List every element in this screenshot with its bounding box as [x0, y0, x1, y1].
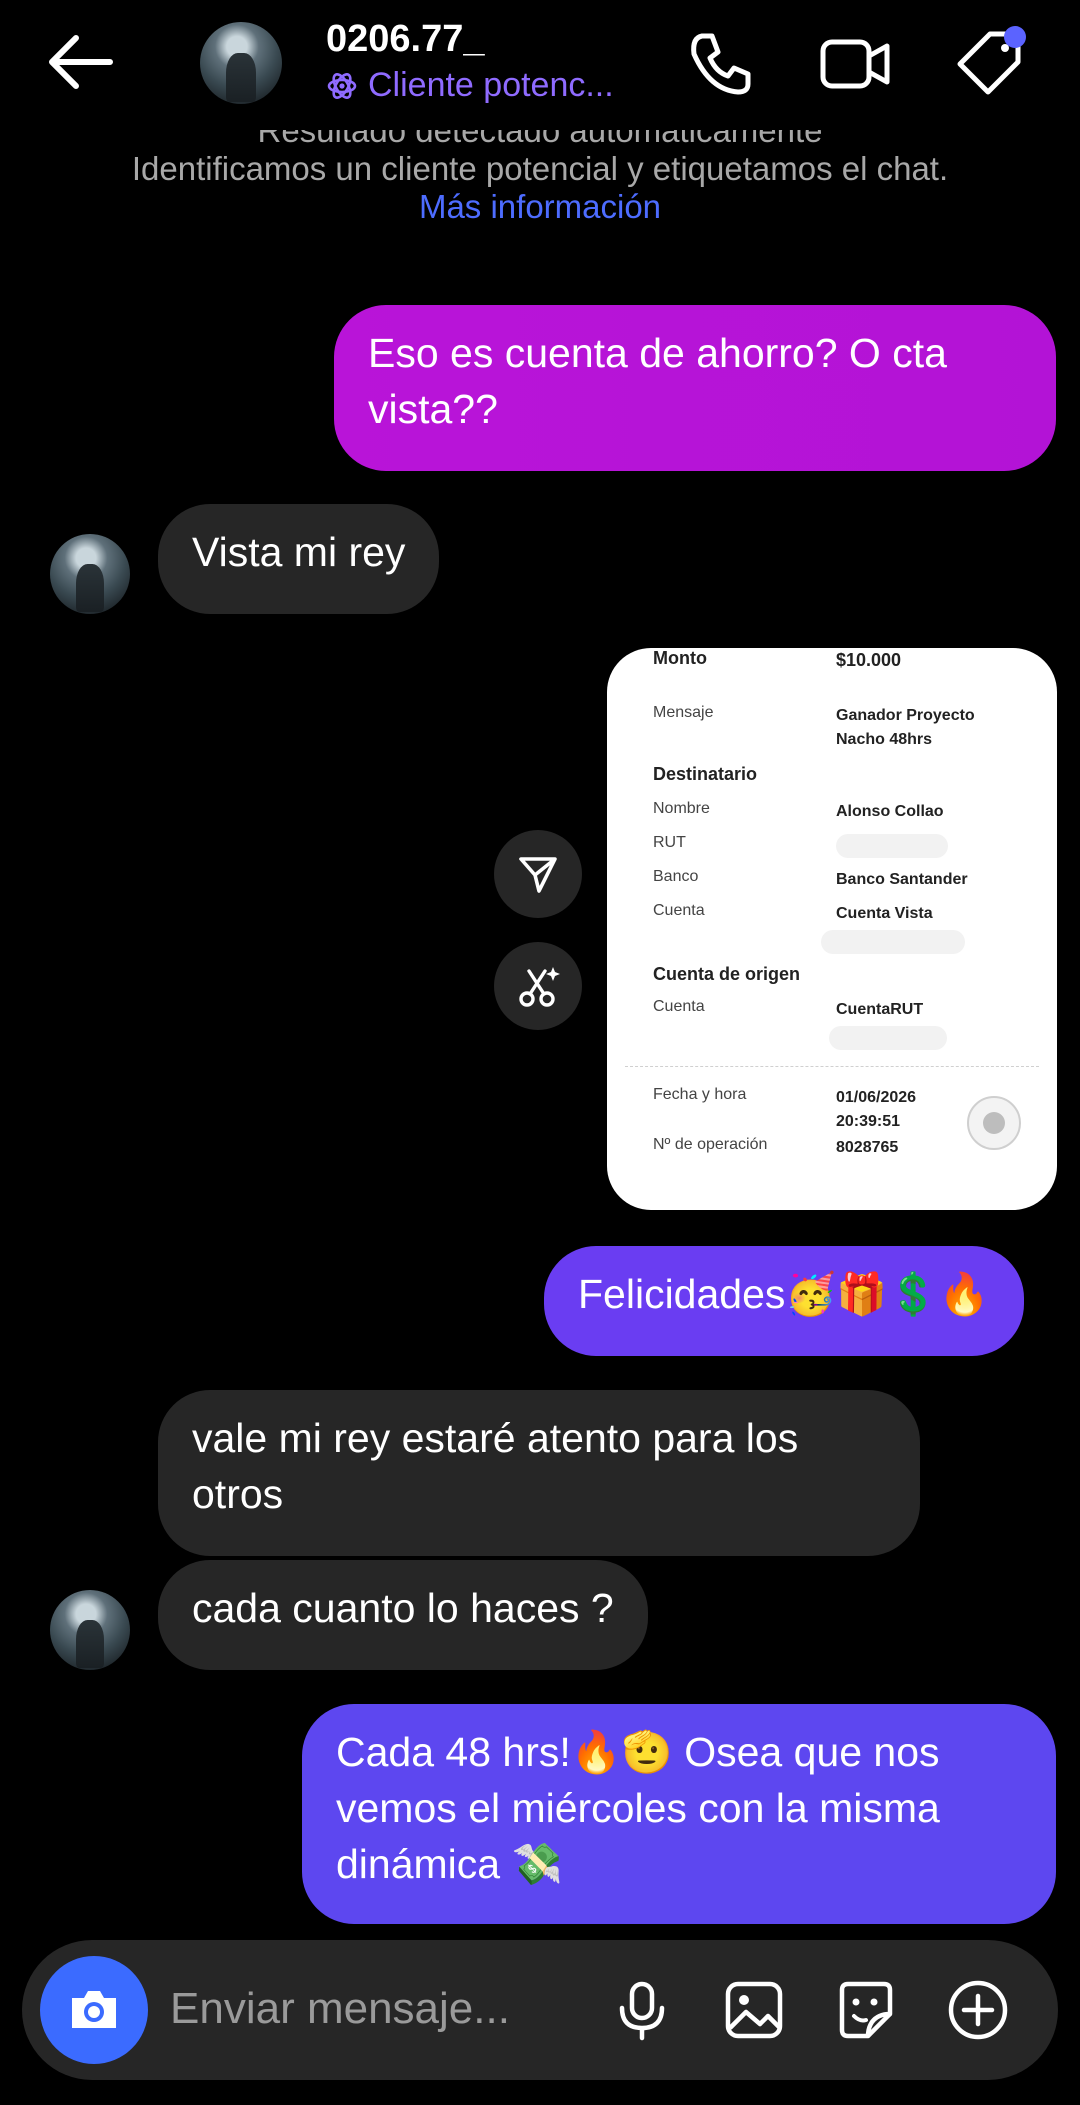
more-info-link[interactable]: Más información — [0, 188, 1080, 226]
contact-avatar[interactable] — [200, 22, 282, 104]
destinatario-heading: Destinatario — [653, 764, 758, 784]
monto-label: Monto — [653, 648, 707, 668]
notice-clipped-line: Resultado detectado automáticamente — [257, 130, 823, 149]
notification-dot — [1004, 26, 1026, 48]
redacted-account-number — [821, 930, 965, 954]
message-bubble-incoming[interactable]: Vista mi rey — [158, 504, 440, 614]
send-icon — [519, 857, 557, 893]
operation-stamp-icon — [967, 1096, 1021, 1150]
origen-cuenta-label: Cuenta — [653, 998, 705, 1015]
system-notice: Resultado detectado automáticamente Iden… — [0, 130, 1080, 226]
atom-icon — [327, 72, 357, 99]
origen-heading: Cuenta de origen — [653, 964, 801, 984]
mensaje-label: Mensaje — [653, 704, 714, 721]
operacion-label: Nº de operación — [653, 1136, 768, 1153]
nombre-label: Nombre — [653, 800, 710, 817]
transfer-receipt-image[interactable]: Monto $10.000 Mensaje Ganador Proyecto N… — [607, 648, 1057, 1210]
redacted-rut — [836, 834, 948, 858]
arrow-left-icon[interactable] — [40, 26, 120, 98]
sender-avatar[interactable] — [50, 534, 130, 614]
message-text: vale mi rey estaré atento para los otros — [192, 1415, 799, 1517]
message-text: Cada 48 hrs!🔥🫡 Osea que nos vemos el mié… — [336, 1729, 940, 1887]
message-bubble-outgoing[interactable]: Eso es cuenta de ahorro? O cta vista?? — [334, 305, 1056, 471]
receipt-divider — [625, 1066, 1039, 1067]
message-text: cada cuanto lo haces ? — [192, 1585, 614, 1631]
mensaje-value: Ganador Proyecto Nacho 48hrs — [836, 707, 975, 748]
message-text: Felicidades🥳🎁💲🔥 — [578, 1271, 990, 1317]
contact-name[interactable]: 0206.77_ — [326, 18, 485, 61]
message-bubble-incoming[interactable]: vale mi rey estaré atento para los otros — [158, 1390, 920, 1556]
sender-avatar[interactable] — [50, 1590, 130, 1670]
message-bubble-outgoing[interactable]: Felicidades🥳🎁💲🔥 — [544, 1246, 1024, 1356]
video-camera-icon[interactable] — [815, 24, 895, 104]
ai-edit-button[interactable] — [494, 942, 582, 1030]
camera-icon — [72, 1991, 116, 2028]
redacted-origin-account — [829, 1026, 947, 1050]
fecha-value: 01/06/2026 20:39:51 — [836, 1089, 917, 1130]
origen-cuenta-value: CuentaRUT — [836, 1001, 924, 1018]
nombre-value: Alonso Collao — [836, 803, 944, 820]
camera-button[interactable] — [40, 1956, 148, 2064]
message-text: Vista mi rey — [192, 529, 406, 575]
message-bubble-incoming[interactable]: cada cuanto lo haces ? — [158, 1560, 648, 1670]
contact-label-text: Cliente potenc... — [368, 66, 614, 104]
sticker-icon[interactable] — [834, 1978, 898, 2042]
message-bubble-outgoing[interactable]: Cada 48 hrs!🔥🫡 Osea que nos vemos el mié… — [302, 1704, 1056, 1924]
message-text: Eso es cuenta de ahorro? O cta vista?? — [368, 330, 947, 432]
banco-value: Banco Santander — [836, 871, 968, 888]
operacion-value: 8028765 — [836, 1139, 899, 1156]
notice-text: Identificamos un cliente potencial y eti… — [131, 150, 949, 187]
scissors-sparkle-icon — [519, 967, 560, 1007]
monto-value: $10.000 — [836, 650, 902, 670]
microphone-icon[interactable] — [610, 1978, 674, 2042]
gallery-icon[interactable] — [722, 1978, 786, 2042]
forward-button[interactable] — [494, 830, 582, 918]
cuenta-value: Cuenta Vista — [836, 905, 933, 922]
plus-icon[interactable] — [946, 1978, 1010, 2042]
banco-label: Banco — [653, 868, 699, 885]
phone-icon[interactable] — [680, 24, 760, 104]
fecha-label: Fecha y hora — [653, 1086, 747, 1103]
message-input[interactable]: Enviar mensaje... — [170, 1984, 510, 2034]
cuenta-label: Cuenta — [653, 902, 705, 919]
message-composer: Enviar mensaje... — [22, 1940, 1058, 2080]
chat-header: 0206.77_ Cliente potenc... — [0, 0, 1080, 130]
rut-label: RUT — [653, 834, 686, 851]
contact-label[interactable]: Cliente potenc... — [326, 66, 614, 105]
